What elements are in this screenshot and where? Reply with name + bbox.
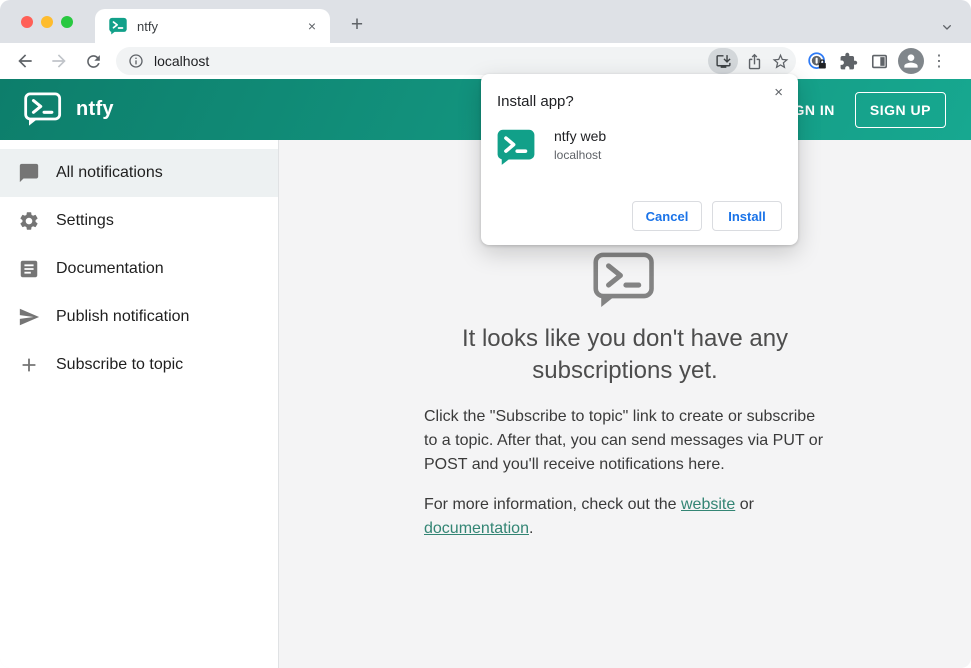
avatar-person-icon: [897, 48, 924, 74]
links-paragraph-suffix: .: [528, 520, 534, 537]
install-app-icon[interactable]: [708, 48, 738, 74]
links-paragraph-middle: or: [735, 496, 754, 513]
sidebar-item-label: Settings: [56, 212, 114, 229]
sidebar-item-label: Subscribe to topic: [56, 356, 184, 373]
install-button[interactable]: Install: [712, 201, 782, 231]
window-controls: [21, 16, 73, 28]
browser-window: ntfy × + localhost ⋮ ntfy SIGN IN SIGN U…: [0, 0, 971, 668]
install-dialog-app-name: ntfy web: [554, 128, 607, 144]
back-icon[interactable]: [8, 47, 42, 75]
sign-up-button[interactable]: SIGN UP: [854, 91, 946, 128]
url-text: localhost: [154, 53, 210, 69]
documentation-link[interactable]: documentation: [424, 520, 529, 537]
minimize-window-button[interactable]: [41, 16, 53, 28]
browser-menu-icon[interactable]: ⋮: [926, 51, 952, 71]
side-panel-icon[interactable]: [864, 47, 895, 75]
ntfy-favicon-icon: [109, 17, 127, 35]
plus-icon: [18, 354, 40, 376]
sidebar-item-subscribe-to-topic[interactable]: Subscribe to topic: [0, 341, 278, 389]
tab-title: ntfy: [137, 18, 158, 34]
sidebar-item-publish-notification[interactable]: Publish notification: [0, 293, 278, 341]
bookmark-star-icon[interactable]: [771, 52, 790, 71]
install-dialog-actions: Cancel Install: [632, 201, 782, 231]
address-bar[interactable]: localhost: [116, 47, 796, 75]
share-icon[interactable]: [746, 53, 763, 70]
install-dialog-app-origin: localhost: [554, 148, 602, 162]
sidebar-item-settings[interactable]: Settings: [0, 197, 278, 245]
website-link[interactable]: website: [681, 496, 735, 513]
site-info-icon[interactable]: [128, 53, 144, 69]
install-dialog-app-info: ntfy web localhost: [554, 128, 606, 162]
fullscreen-window-button[interactable]: [61, 16, 73, 28]
forward-icon[interactable]: [42, 47, 76, 75]
extensions-puzzle-icon[interactable]: [833, 47, 864, 75]
sidebar-item-all-notifications[interactable]: All notifications: [0, 149, 278, 197]
profile-avatar[interactable]: [895, 47, 926, 75]
sidebar-item-label: Publish notification: [56, 308, 190, 325]
chat-bubble-icon: [18, 162, 40, 184]
app-title: ntfy: [76, 98, 114, 120]
close-tab-icon[interactable]: ×: [304, 17, 320, 35]
empty-state-copy: Click the "Subscribe to topic" link to c…: [424, 405, 826, 541]
tab-list-chevron-icon[interactable]: [939, 19, 955, 35]
empty-state-heading: It looks like you don't have any subscri…: [461, 325, 789, 384]
sidebar-item-documentation[interactable]: Documentation: [0, 245, 278, 293]
article-icon: [18, 258, 40, 280]
cancel-button[interactable]: Cancel: [632, 201, 702, 231]
sidebar-item-label: Documentation: [56, 260, 164, 277]
sidebar: All notifications Settings Documentation…: [0, 140, 279, 668]
links-paragraph-prefix: For more information, check out the: [424, 496, 681, 513]
send-icon: [18, 306, 40, 328]
install-dialog-title: Install app?: [497, 93, 574, 110]
close-window-button[interactable]: [21, 16, 33, 28]
dialog-close-icon[interactable]: ×: [774, 85, 783, 100]
empty-state-paragraph: Click the "Subscribe to topic" link to c…: [424, 408, 824, 473]
ntfy-logo-icon: [24, 92, 63, 127]
gear-icon: [18, 210, 40, 232]
ntfy-empty-state-logo-icon: [593, 252, 657, 309]
ntfy-app-icon: [497, 128, 535, 166]
password-manager-extension-icon[interactable]: [802, 47, 833, 75]
new-tab-button[interactable]: +: [343, 11, 371, 39]
extensions-cluster: ⋮: [802, 47, 952, 75]
tab-strip: ntfy × +: [0, 0, 971, 43]
install-dialog-app-row: ntfy web localhost: [497, 128, 782, 166]
omnibox-actions: [708, 48, 790, 74]
reload-icon[interactable]: [76, 47, 110, 75]
sidebar-item-label: All notifications: [56, 164, 163, 181]
empty-state-links-paragraph: For more information, check out the webs…: [424, 493, 826, 541]
install-app-dialog: Install app? × ntfy web localhost Cancel…: [481, 74, 798, 245]
browser-tab[interactable]: ntfy ×: [95, 9, 330, 43]
